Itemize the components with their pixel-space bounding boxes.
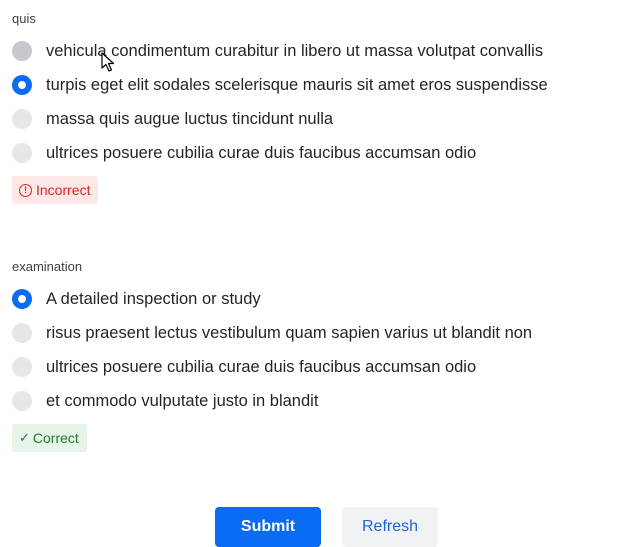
radio-button[interactable] (12, 357, 32, 377)
mouse-cursor-icon (101, 52, 115, 72)
radio-button[interactable] (12, 143, 32, 163)
option-label: ultrices posuere cubilia curae duis fauc… (46, 144, 477, 162)
incorrect-badge: ! Incorrect (12, 176, 99, 204)
option-q1-3[interactable]: ultrices posuere cubilia curae duis fauc… (12, 136, 633, 170)
option-label: A detailed inspection or study (46, 290, 261, 308)
refresh-button[interactable]: Refresh (342, 507, 438, 547)
action-buttons: Submit Refresh (215, 507, 438, 547)
option-label: risus praesent lectus vestibulum quam sa… (46, 324, 533, 342)
option-q2-3[interactable]: et commodo vulputate justo in blandit (12, 384, 633, 418)
option-q2-0[interactable]: A detailed inspection or study (12, 282, 633, 316)
option-label: turpis eget elit sodales scelerisque mau… (46, 76, 548, 94)
option-label: vehicula condimentum curabitur in libero… (46, 42, 544, 60)
alert-circle-icon: ! (19, 183, 32, 197)
radio-button[interactable] (12, 109, 32, 129)
radio-button[interactable] (12, 41, 32, 61)
feedback-text: Incorrect (36, 182, 91, 198)
option-label: et commodo vulputate justo in blandit (46, 392, 319, 410)
option-q2-1[interactable]: risus praesent lectus vestibulum quam sa… (12, 316, 633, 350)
question-quis: quis vehicula condimentum curabitur in l… (12, 10, 633, 204)
radio-button[interactable] (12, 323, 32, 343)
question-label: examination (12, 259, 83, 274)
radio-button-selected[interactable] (12, 75, 32, 95)
question-label: quis (12, 11, 36, 26)
feedback-text: Correct (32, 430, 79, 446)
option-q2-2[interactable]: ultrices posuere cubilia curae duis fauc… (12, 350, 633, 384)
question-examination: examination A detailed inspection or stu… (12, 258, 633, 452)
check-icon: ✓ (19, 430, 30, 445)
option-label: ultrices posuere cubilia curae duis fauc… (46, 358, 477, 376)
correct-badge: ✓ Correct (12, 424, 87, 452)
radio-button-selected[interactable] (12, 289, 32, 309)
submit-button[interactable]: Submit (215, 507, 321, 547)
option-q1-2[interactable]: massa quis augue luctus tincidunt nulla (12, 102, 633, 136)
radio-button[interactable] (12, 391, 32, 411)
option-label: massa quis augue luctus tincidunt nulla (46, 110, 334, 128)
